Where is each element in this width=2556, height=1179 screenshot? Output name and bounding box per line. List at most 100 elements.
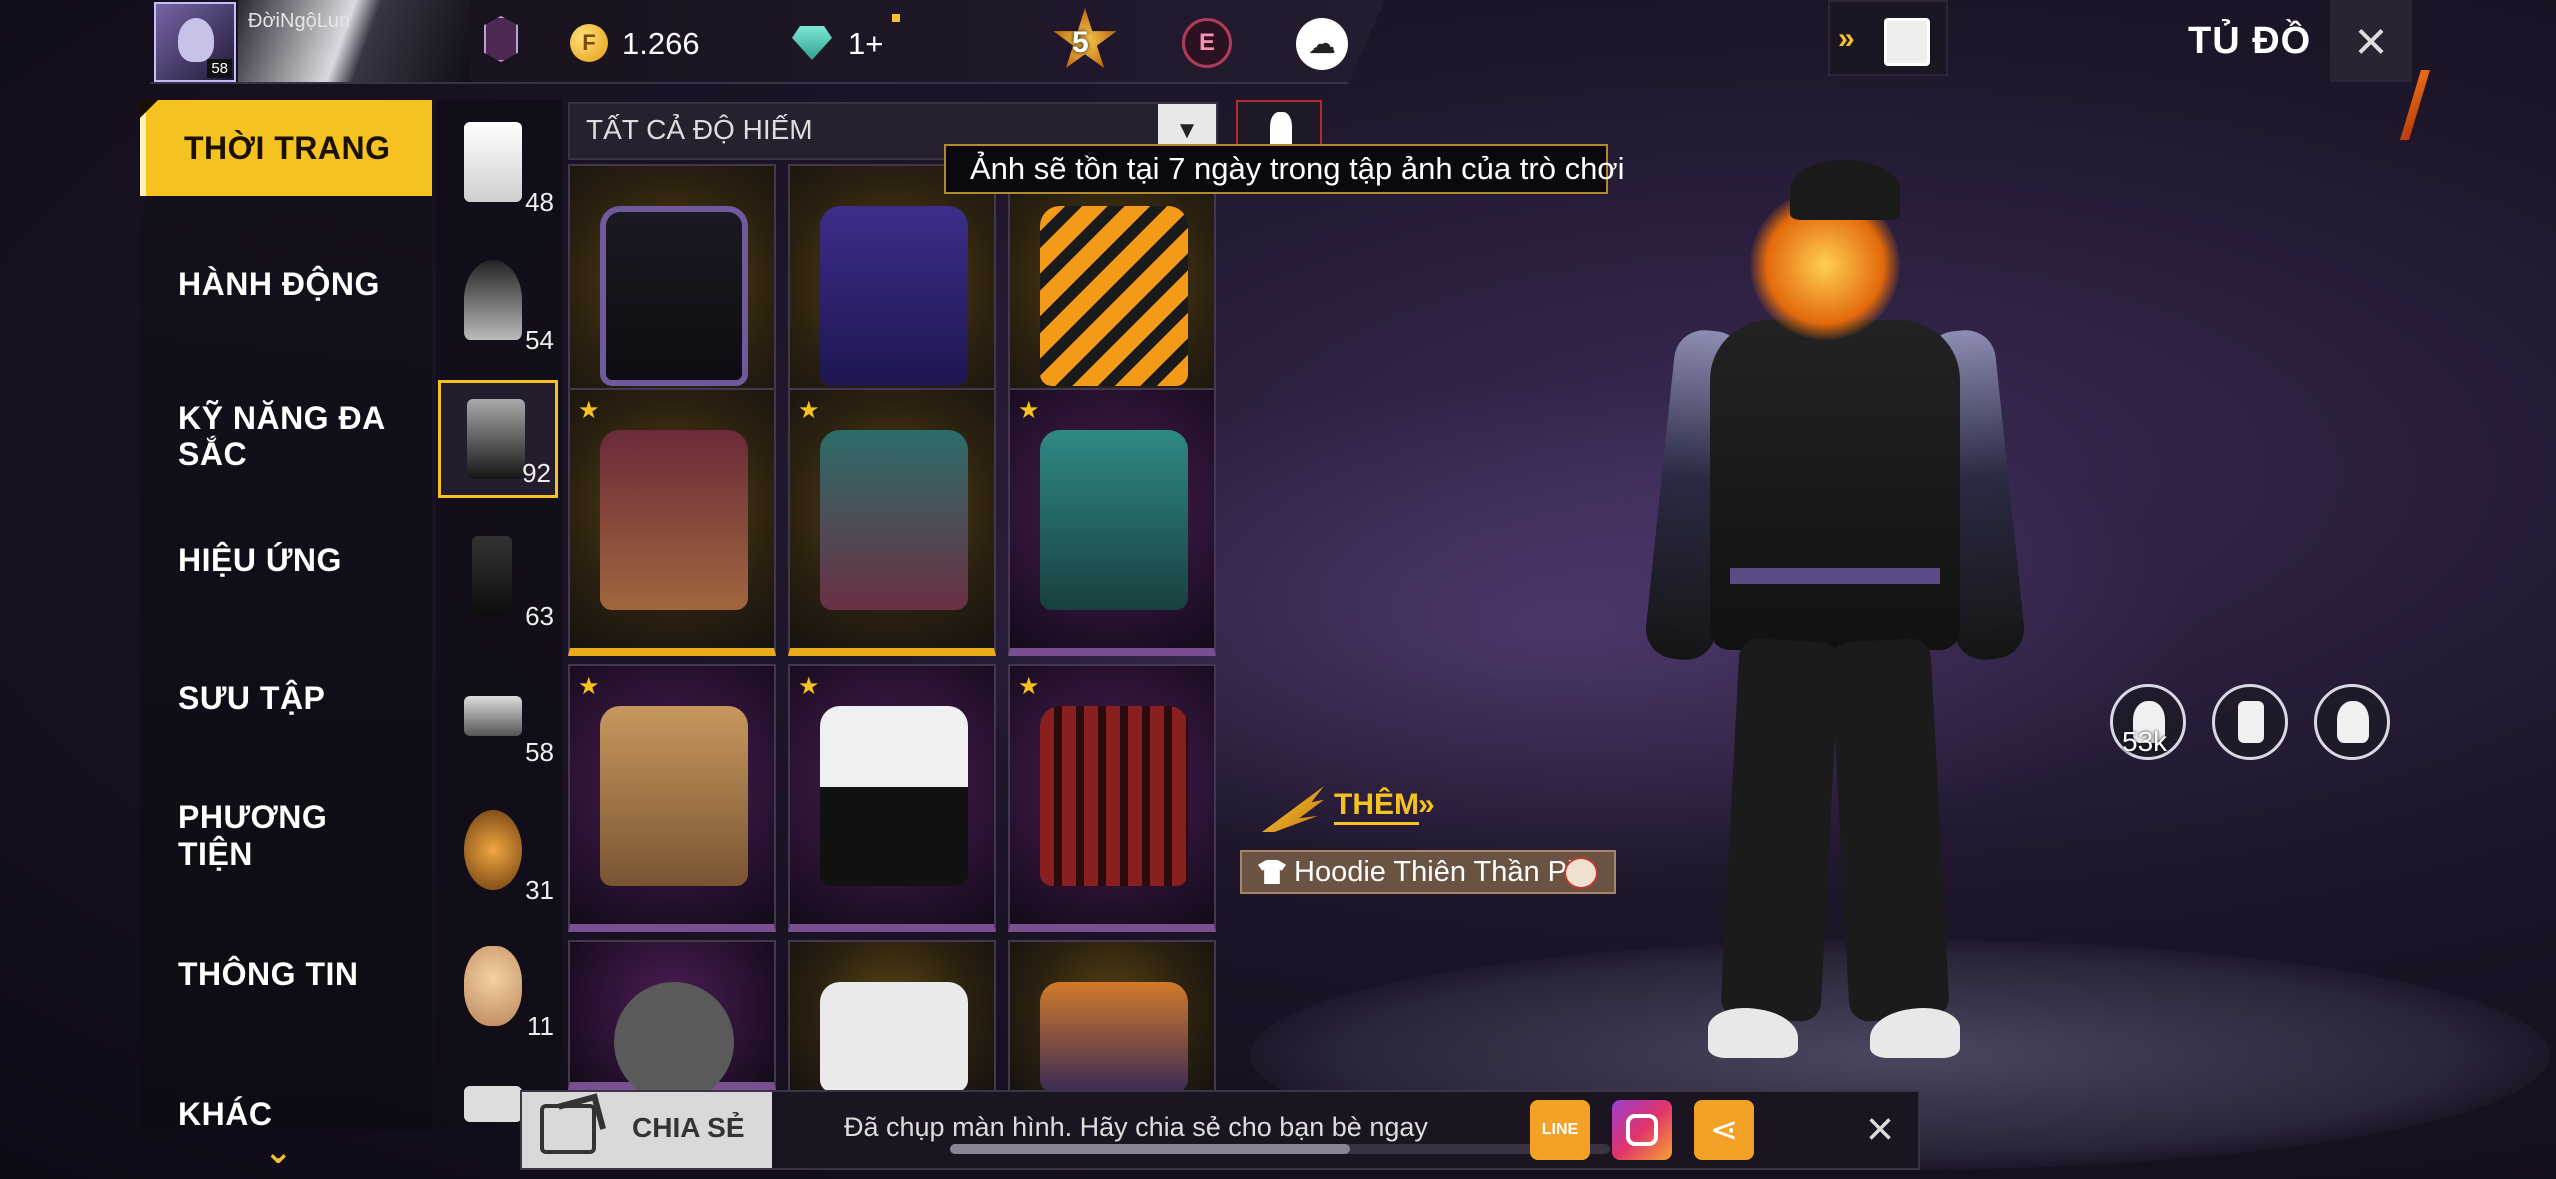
item-card[interactable]: ★ — [788, 664, 996, 932]
item-card[interactable] — [788, 940, 996, 1092]
person-eye-icon — [2337, 701, 2369, 743]
item-badge-icon — [1564, 857, 1598, 889]
share-button[interactable]: CHIA SẺ — [632, 1112, 745, 1144]
star-icon: ★ — [798, 673, 820, 700]
more-link[interactable]: THÊM — [1334, 788, 1419, 825]
subcategory-count: 31 — [525, 875, 554, 905]
diamond-value[interactable]: 1+ — [848, 26, 883, 62]
rarity-filter-label: TẤT CẢ ĐỘ HIẾM — [586, 114, 813, 145]
share-message: Đã chụp màn hình. Hãy chia sẻ cho bạn bè… — [844, 1112, 1428, 1142]
item-card[interactable]: ★ — [1008, 664, 1216, 932]
item-tattoo-image — [600, 706, 748, 886]
category-fashion[interactable]: THỜI TRANG — [140, 100, 432, 196]
item-card[interactable]: ★ — [568, 664, 776, 932]
close-button[interactable]: × — [2330, 0, 2412, 82]
close-share-button[interactable]: × — [1850, 1100, 1910, 1160]
character-cap — [1790, 160, 1900, 220]
star-icon: ★ — [578, 673, 600, 700]
subcategory-count: 92 — [522, 458, 551, 488]
item-card[interactable] — [568, 940, 776, 1102]
mannequin-icon — [1270, 112, 1292, 148]
shoes-icon — [464, 696, 522, 736]
equipped-item-name[interactable]: Hoodie Thiên Thần Pl — [1240, 850, 1616, 894]
double-arrow-icon[interactable]: » — [1418, 788, 1435, 822]
character-torso — [1710, 320, 1960, 650]
subcategory-head[interactable]: 54 — [438, 244, 558, 362]
line-share-button[interactable]: LINE — [1530, 1100, 1590, 1160]
notification-dot — [892, 14, 900, 22]
item-hoodie-image — [600, 206, 748, 386]
top-icon — [464, 1086, 522, 1122]
share-more-button[interactable]: ⋖ — [1694, 1100, 1754, 1160]
character-model[interactable] — [1620, 150, 2060, 1070]
subcategory-count: 63 — [525, 601, 554, 631]
item-jacket-image — [820, 430, 968, 610]
item-orange-vest-image — [1040, 982, 1188, 1092]
share-scrollbar-thumb[interactable] — [950, 1144, 1350, 1154]
pants-icon — [472, 536, 512, 616]
star-icon: ★ — [1018, 397, 1040, 424]
view-character-button[interactable] — [2314, 684, 2390, 760]
share-export-icon[interactable] — [540, 1104, 596, 1154]
character-right-leg — [1830, 637, 1950, 1023]
outfit-icon — [464, 122, 522, 202]
rank-value: 5 — [1072, 26, 1089, 59]
subcategory-mask[interactable]: 31 — [438, 794, 558, 912]
item-vest-image — [600, 430, 748, 610]
instagram-icon — [1626, 1114, 1658, 1146]
gold-coin-value: 1.266 — [622, 26, 700, 61]
elite-pass-icon[interactable]: E — [1182, 18, 1232, 68]
player-avatar[interactable]: 58 — [154, 2, 236, 82]
category-color-skills[interactable]: KỸ NĂNG ĐA SẮC — [140, 376, 432, 496]
star-icon: ★ — [578, 397, 600, 424]
subcategory-bottom[interactable]: 63 — [438, 520, 558, 638]
star-icon: ★ — [798, 397, 820, 424]
item-card[interactable]: ★ — [568, 388, 776, 656]
item-card[interactable]: ★ — [1008, 388, 1216, 656]
subcategory-count: 11 — [527, 1011, 554, 1041]
subcategory-top[interactable]: 92 — [438, 380, 558, 498]
album-book-icon[interactable] — [1884, 18, 1930, 66]
subcategory-shoes[interactable]: 58 — [438, 656, 558, 774]
item-white-tee-image — [820, 982, 968, 1092]
item-plaid-shirt-image — [1040, 706, 1188, 886]
subcategory-count: 58 — [525, 737, 554, 767]
item-default-tshirt-image — [614, 982, 734, 1102]
item-open-shirt-image — [1040, 430, 1188, 610]
character-left-leg — [1720, 637, 1840, 1023]
player-nickname: ĐờiNgộLun — [248, 10, 351, 32]
item-tshirt-vest-image — [820, 706, 968, 886]
item-card[interactable] — [1008, 940, 1216, 1092]
avatar-face — [178, 18, 214, 62]
item-tiger-jacket-image — [1040, 206, 1188, 386]
tiger-mask-icon — [464, 810, 522, 890]
hoodie-icon — [467, 399, 525, 479]
cloud-download-icon[interactable]: ☁ — [1296, 18, 1348, 70]
category-effects[interactable]: HIỆU ỨNG — [140, 512, 432, 608]
subcategory-outfit[interactable]: 48 — [438, 106, 558, 224]
player-level: 58 — [207, 59, 232, 78]
category-vehicles[interactable]: PHƯƠNG TIỆN — [140, 788, 432, 884]
subcategory-face[interactable]: 11 — [438, 930, 558, 1048]
screenshot-tooltip: Ảnh sẽ tồn tại 7 ngày trong tập ảnh của … — [944, 144, 1625, 194]
double-arrow-icon: » — [1838, 22, 1855, 55]
star-icon: ★ — [1018, 673, 1040, 700]
like-count: 53k — [2122, 726, 2168, 757]
rotate-button[interactable] — [2212, 684, 2288, 760]
chevron-down-icon[interactable]: ⌄ — [264, 1132, 293, 1172]
item-card[interactable]: ★ — [788, 388, 996, 656]
guild-icon[interactable] — [484, 16, 518, 62]
cap-icon — [464, 260, 522, 340]
item-shirt-image — [820, 206, 968, 386]
phone-rotate-icon — [2238, 701, 2264, 743]
subcategory-count: 54 — [525, 325, 554, 355]
category-actions[interactable]: HÀNH ĐỘNG — [140, 236, 432, 332]
category-collection[interactable]: SƯU TẬP — [140, 650, 432, 746]
page-title: TỦ ĐỒ — [2188, 20, 2312, 62]
gold-coin-icon: F — [570, 24, 608, 62]
instagram-share-button[interactable] — [1612, 1100, 1672, 1160]
character-hoodie-band — [1730, 568, 1940, 584]
subcategory-count: 48 — [525, 187, 554, 217]
category-info[interactable]: THÔNG TIN — [140, 926, 432, 1022]
face-icon — [464, 946, 522, 1026]
